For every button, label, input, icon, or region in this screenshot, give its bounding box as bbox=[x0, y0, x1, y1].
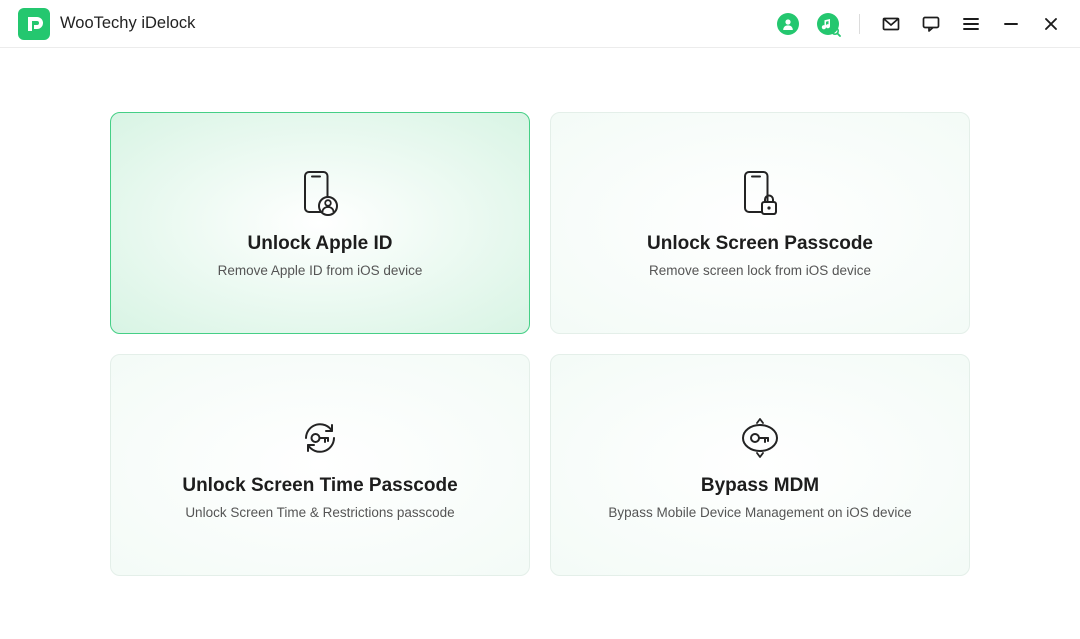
main-content: Unlock Apple ID Remove Apple ID from iOS… bbox=[0, 48, 1080, 576]
phone-user-icon bbox=[297, 169, 343, 217]
card-unlock-apple-id[interactable]: Unlock Apple ID Remove Apple ID from iOS… bbox=[110, 112, 530, 334]
mail-icon[interactable] bbox=[880, 13, 902, 35]
account-icon[interactable] bbox=[777, 13, 799, 35]
card-desc: Remove screen lock from iOS device bbox=[649, 263, 871, 278]
key-refresh-icon bbox=[297, 411, 343, 459]
music-icon[interactable] bbox=[817, 13, 839, 35]
app-logo-icon bbox=[18, 8, 50, 40]
close-button[interactable] bbox=[1040, 13, 1062, 35]
minimize-button[interactable] bbox=[1000, 13, 1022, 35]
card-desc: Bypass Mobile Device Management on iOS d… bbox=[608, 505, 911, 520]
card-desc: Unlock Screen Time & Restrictions passco… bbox=[185, 505, 454, 520]
card-title: Unlock Apple ID bbox=[248, 233, 393, 255]
card-bypass-mdm[interactable]: Bypass MDM Bypass Mobile Device Manageme… bbox=[550, 354, 970, 576]
card-title: Unlock Screen Time Passcode bbox=[182, 475, 457, 497]
titlebar: WooTechy iDelock bbox=[0, 0, 1080, 48]
card-desc: Remove Apple ID from iOS device bbox=[218, 263, 423, 278]
app-logo-block: WooTechy iDelock bbox=[18, 8, 195, 40]
feedback-icon[interactable] bbox=[920, 13, 942, 35]
app-title: WooTechy iDelock bbox=[60, 14, 195, 33]
phone-lock-icon bbox=[737, 169, 783, 217]
card-unlock-screen-passcode[interactable]: Unlock Screen Passcode Remove screen loc… bbox=[550, 112, 970, 334]
card-title: Unlock Screen Passcode bbox=[647, 233, 873, 255]
card-unlock-screen-time[interactable]: Unlock Screen Time Passcode Unlock Scree… bbox=[110, 354, 530, 576]
key-arrows-icon bbox=[737, 411, 783, 459]
card-title: Bypass MDM bbox=[701, 475, 819, 497]
separator bbox=[859, 14, 860, 34]
menu-icon[interactable] bbox=[960, 13, 982, 35]
titlebar-actions bbox=[777, 13, 1062, 35]
